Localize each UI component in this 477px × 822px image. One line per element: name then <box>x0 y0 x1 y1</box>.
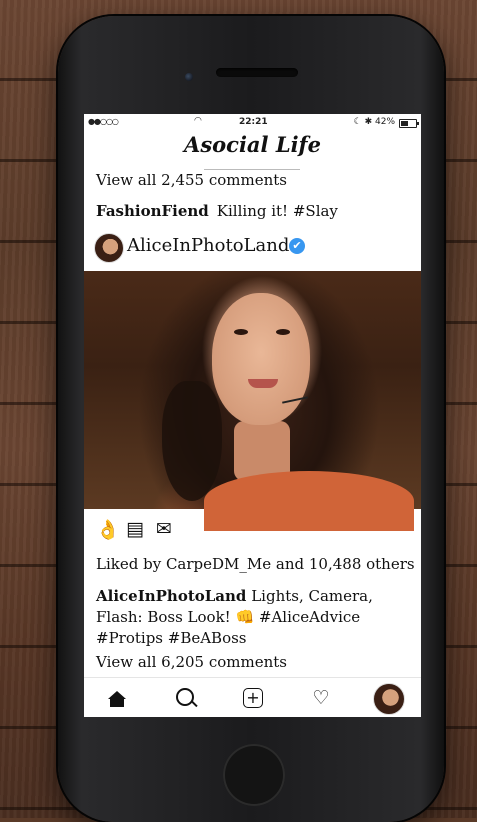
comment-icon[interactable]: ▤ <box>126 518 144 540</box>
comment-username[interactable]: FashionFiend <box>96 202 209 220</box>
comment-text: Killing it! #Slay <box>216 202 338 220</box>
battery-icon <box>399 119 419 128</box>
search-icon[interactable] <box>172 685 198 711</box>
share-envelope-icon[interactable]: ✉ <box>156 518 172 540</box>
signal-strength: ●●○○○ <box>88 117 119 126</box>
front-camera <box>185 73 193 81</box>
post-photo[interactable] <box>84 271 421 531</box>
title-divider <box>204 169 300 170</box>
add-post-icon[interactable]: + <box>240 685 266 711</box>
earpiece-speaker <box>216 68 298 77</box>
verified-badge-icon: ✔ <box>289 238 305 254</box>
poster-username[interactable]: AliceInPhotoLand <box>127 235 289 256</box>
status-right-info: ☾ ✱ 42% <box>353 117 395 127</box>
post-caption: AliceInPhotoLand Lights, Camera, Flash: … <box>96 586 414 649</box>
view-all-comments-bottom[interactable]: View all 6,205 comments <box>96 653 287 671</box>
heart-icon[interactable]: ♡ <box>308 685 334 711</box>
poster-avatar[interactable] <box>94 233 124 263</box>
status-bar: ●●○○○ ◠ 22:21 ☾ ✱ 42% <box>84 114 421 131</box>
liked-by[interactable]: Liked by CarpeDM_Me and 10,488 others <box>96 555 415 573</box>
ok-hand-like-icon[interactable]: 👌 <box>96 518 120 541</box>
status-time: 22:21 <box>239 117 268 127</box>
caption-username[interactable]: AliceInPhotoLand <box>96 587 246 605</box>
wifi-icon: ◠ <box>194 116 202 126</box>
home-icon[interactable] <box>104 685 130 711</box>
phone-screen: ●●○○○ ◠ 22:21 ☾ ✱ 42% Asocial Life View … <box>84 114 421 717</box>
profile-avatar[interactable] <box>373 683 405 715</box>
bottom-nav: + ♡ <box>84 677 421 717</box>
app-title: Asocial Life <box>184 132 321 157</box>
view-all-comments-top[interactable]: View all 2,455 comments <box>96 171 287 189</box>
top-comment: FashionFiend Killing it! #Slay <box>96 202 338 220</box>
home-button[interactable] <box>223 744 285 806</box>
